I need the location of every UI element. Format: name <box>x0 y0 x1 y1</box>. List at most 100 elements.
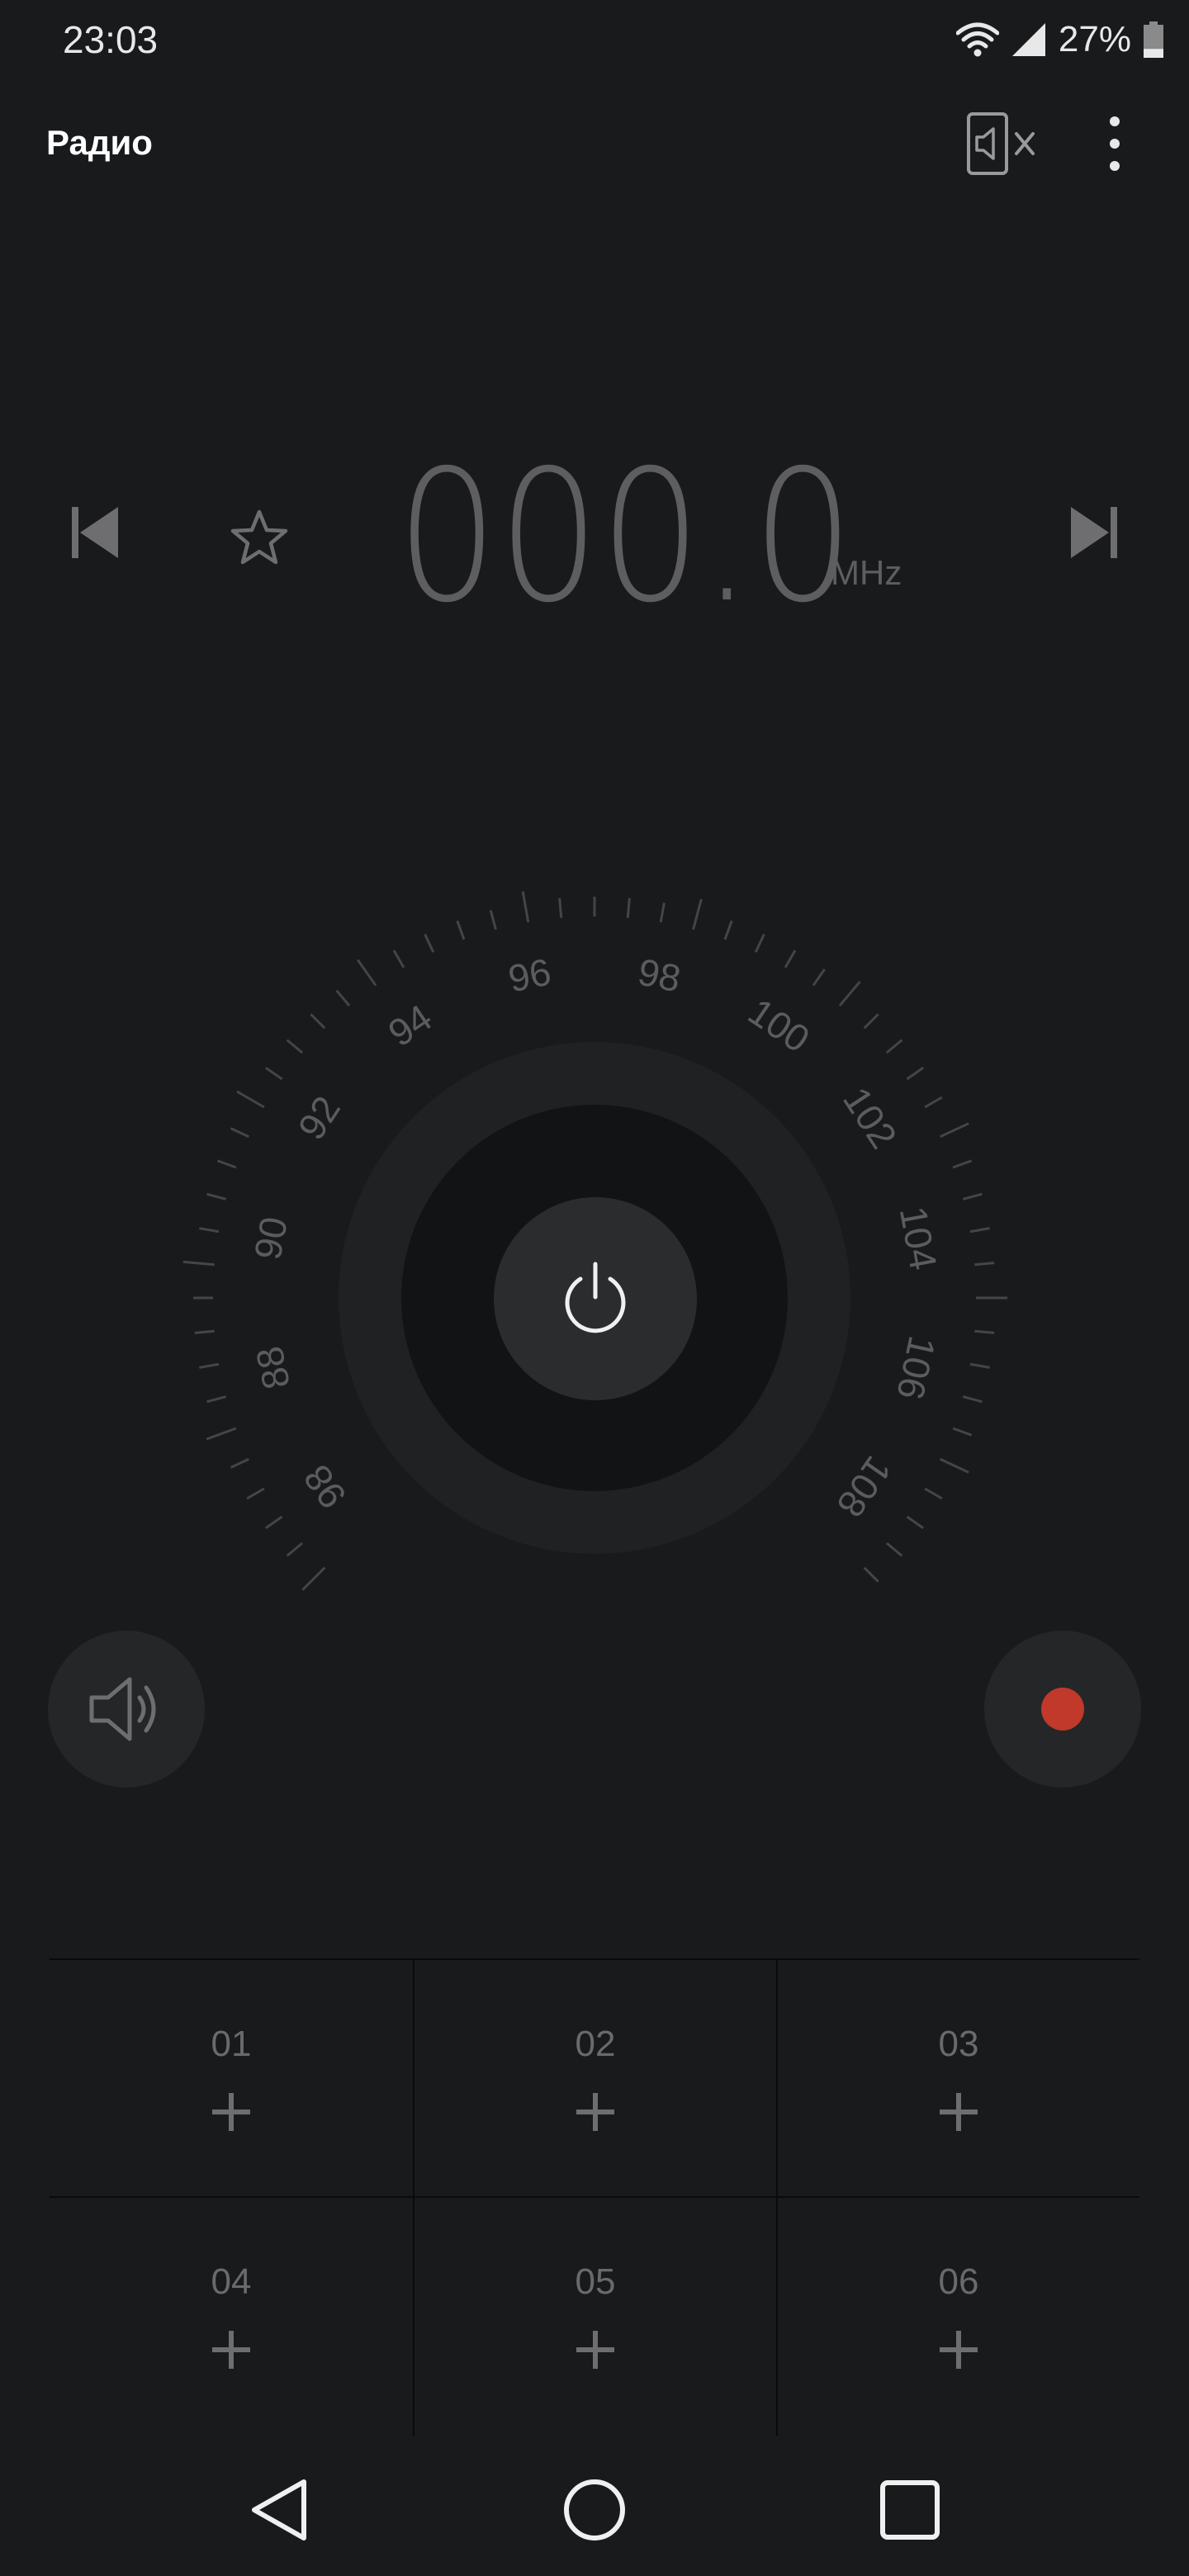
preset-grid: 01 02 03 04 05 06 <box>50 1958 1139 2437</box>
dial-tick <box>265 1515 283 1529</box>
add-preset-button[interactable] <box>208 2327 254 2373</box>
dial-tick <box>199 1362 220 1369</box>
dial-tick <box>974 1329 995 1334</box>
dial-tick <box>521 891 530 923</box>
dial-tick <box>456 920 466 940</box>
dial-tick <box>952 1427 973 1437</box>
dial-label: 96 <box>504 949 554 1000</box>
dial-label: 100 <box>741 990 817 1061</box>
nav-recents-button[interactable] <box>869 2469 951 2551</box>
add-preset-button[interactable] <box>572 2327 618 2373</box>
plus-icon <box>212 2093 250 2131</box>
add-preset-button[interactable] <box>936 2089 982 2135</box>
power-button[interactable] <box>494 1197 697 1400</box>
dial-tick <box>940 1457 969 1474</box>
record-icon <box>1041 1688 1084 1731</box>
skip-previous-icon <box>72 507 118 558</box>
dial-tick <box>206 1427 237 1441</box>
dial-tick <box>906 1515 924 1529</box>
dial-tick <box>265 1067 283 1081</box>
dial-tick <box>924 1487 943 1500</box>
dial-tick <box>863 1013 879 1030</box>
dial-label: 104 <box>892 1203 945 1273</box>
preset-slot[interactable]: 01 <box>50 1960 413 2198</box>
preset-slot[interactable]: 03 <box>776 1960 1139 2198</box>
frequency-display: 000.0 <box>396 431 855 642</box>
preset-slot[interactable]: 02 <box>413 1960 776 2198</box>
dial-label: 92 <box>289 1088 348 1147</box>
preset-slot[interactable]: 04 <box>50 2198 413 2436</box>
more-options-button[interactable] <box>1082 104 1148 183</box>
status-time: 23:03 <box>63 18 159 61</box>
dial-tick <box>754 933 765 953</box>
cellular-signal-icon <box>1011 23 1045 56</box>
dial-tick <box>969 1362 990 1369</box>
preset-number: 02 <box>575 2024 616 2064</box>
dial-tick <box>392 949 405 968</box>
dial-tick <box>962 1395 983 1404</box>
dial-tick <box>230 1127 249 1139</box>
dial-tick <box>863 1566 879 1583</box>
plus-icon <box>576 2331 614 2369</box>
dial-tick <box>974 1262 995 1267</box>
dial-tick <box>692 898 703 930</box>
speaker-off-icon <box>967 112 1035 175</box>
previous-station-button[interactable] <box>58 491 132 574</box>
battery-percent: 27% <box>1058 19 1131 59</box>
dial-tick <box>952 1159 973 1169</box>
add-preset-button[interactable] <box>208 2089 254 2135</box>
dial-tick <box>310 1013 326 1030</box>
dial-tick <box>489 910 497 930</box>
dial-tick <box>558 897 563 918</box>
dial-label: 88 <box>247 1342 298 1393</box>
add-preset-button[interactable] <box>572 2089 618 2135</box>
dial-label: 108 <box>828 1448 900 1525</box>
dial-tick <box>723 920 733 940</box>
recents-square-icon <box>880 2480 940 2540</box>
dial-tick <box>424 933 435 953</box>
dial-tick <box>885 1541 903 1557</box>
dial-tick <box>286 1039 304 1054</box>
record-button[interactable] <box>984 1631 1141 1788</box>
add-preset-button[interactable] <box>936 2327 982 2373</box>
dial-tick <box>335 989 351 1007</box>
nav-home-button[interactable] <box>553 2469 636 2551</box>
volume-icon <box>89 1677 156 1741</box>
dial-tick <box>301 1566 326 1591</box>
dial-tick <box>356 959 377 987</box>
nav-back-button[interactable] <box>238 2469 320 2551</box>
plus-icon <box>940 2093 978 2131</box>
dial-tick <box>838 981 861 1007</box>
status-icons: 27% <box>955 15 1164 64</box>
speaker-output-button[interactable] <box>48 1631 205 1788</box>
dial-tick <box>626 897 631 918</box>
dial-tick <box>659 902 666 923</box>
speaker-mute-button[interactable] <box>958 104 1049 183</box>
plus-icon <box>212 2331 250 2369</box>
navigation-bar <box>0 2444 1189 2576</box>
favorite-button[interactable] <box>221 500 297 575</box>
dial-tick <box>246 1487 265 1500</box>
dial-tick <box>885 1039 903 1054</box>
dial-tick <box>230 1457 249 1469</box>
dial-label: 90 <box>246 1214 296 1263</box>
plus-icon <box>940 2331 978 2369</box>
dial-tick <box>182 1260 215 1267</box>
dial-tick <box>940 1122 969 1139</box>
preset-number: 06 <box>938 2261 979 2302</box>
back-triangle-icon <box>252 2479 306 2540</box>
dial-tick <box>206 1395 227 1404</box>
dial-tick <box>924 1096 943 1109</box>
dial-label: 98 <box>634 949 684 1000</box>
battery-icon <box>1144 21 1163 58</box>
power-icon <box>565 1262 626 1333</box>
preset-number: 04 <box>211 2261 252 2302</box>
dial-label: 102 <box>835 1079 906 1156</box>
frequency-unit: MHz <box>831 553 902 592</box>
preset-slot[interactable]: 05 <box>413 2198 776 2436</box>
app-title: Радио <box>46 123 153 162</box>
preset-slot[interactable]: 06 <box>776 2198 1139 2436</box>
next-station-button[interactable] <box>1057 491 1131 574</box>
more-vert-icon <box>1110 116 1120 171</box>
dial-tick <box>969 1227 990 1234</box>
